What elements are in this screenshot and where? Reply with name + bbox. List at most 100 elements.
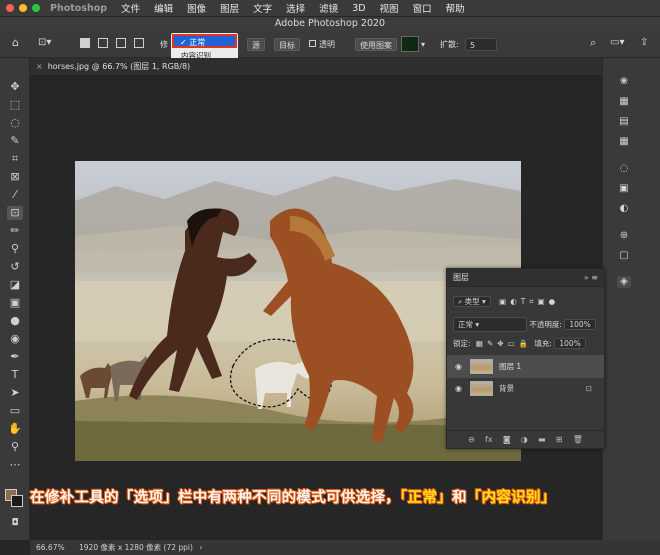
zoom-window-button[interactable] — [32, 4, 40, 12]
workspace-icon[interactable]: ▭▾ — [610, 36, 624, 49]
layer-name: 图层 1 — [499, 362, 522, 371]
search-icon[interactable]: ⌕ — [590, 36, 596, 49]
kind-filter-select[interactable]: ⌕ 类型 ▾ — [453, 296, 491, 307]
new-selection-icon[interactable] — [80, 38, 90, 51]
paths-panel-icon[interactable]: ▢ — [617, 250, 631, 262]
status-menu-icon[interactable]: › — [199, 543, 202, 552]
menu-file[interactable]: 文件 — [121, 1, 140, 15]
zoom-level[interactable]: 66.67% — [36, 543, 65, 552]
share-icon[interactable]: ⇪ — [640, 36, 648, 49]
minimize-window-button[interactable] — [19, 4, 27, 12]
adjustments-panel-icon[interactable]: ◐ — [617, 203, 631, 215]
gradients-panel-icon[interactable]: ▤ — [617, 116, 631, 128]
intersect-selection-icon[interactable] — [134, 38, 144, 51]
menu-select[interactable]: 选择 — [286, 1, 305, 15]
blur-tool-icon[interactable]: ● — [7, 314, 23, 328]
marquee-tool-icon[interactable]: ⬚ — [7, 98, 23, 112]
diffusion-select[interactable]: 5 — [465, 38, 497, 51]
menu-edit[interactable]: 编辑 — [154, 1, 173, 15]
visibility-eye-icon[interactable]: ◉ — [455, 355, 462, 378]
filter-icons[interactable]: ▣◐T⌗▣● — [499, 297, 559, 306]
menu-type[interactable]: 文字 — [253, 1, 272, 15]
menu-filter[interactable]: 滤镜 — [319, 1, 338, 15]
patterns-panel-icon[interactable]: ▦ — [617, 136, 631, 148]
app-menu[interactable]: Photoshop — [50, 3, 107, 14]
adjustment-layer-icon[interactable]: ◑ — [521, 435, 528, 444]
new-layer-icon[interactable]: ⊞ — [556, 435, 563, 444]
fill-field[interactable]: 100% — [554, 338, 586, 349]
close-window-button[interactable] — [6, 4, 14, 12]
source-button[interactable]: 源 — [247, 38, 265, 51]
swatches-panel-icon[interactable]: ▦ — [617, 96, 631, 108]
eraser-tool-icon[interactable]: ◪ — [7, 278, 23, 292]
menu-view[interactable]: 视图 — [380, 1, 399, 15]
link-layers-icon[interactable]: ⊖ — [468, 435, 475, 444]
brush-tool-icon[interactable]: ✏ — [7, 224, 23, 238]
type-tool-icon[interactable]: T — [7, 368, 23, 382]
options-bar: ⌂ ⊡▾ 修 源 目标 透明 使用图案 ▾ 扩散: 5 ⌕ ▭▾ ⇪ — [0, 31, 660, 58]
fill-label: 填充: — [534, 339, 552, 348]
blend-mode-select[interactable]: 正常 ▾ — [453, 317, 527, 332]
menu-bar: Photoshop 文件 编辑 图像 图层 文字 选择 滤镜 3D 视图 窗口 … — [0, 0, 660, 16]
more-tools-icon[interactable]: ⋯ — [7, 458, 23, 472]
panel-menu-icon[interactable]: » ≡ — [584, 269, 598, 287]
lasso-tool-icon[interactable]: ◌ — [7, 116, 23, 130]
transparent-checkbox[interactable]: 透明 — [309, 38, 335, 51]
menu-3d[interactable]: 3D — [352, 3, 365, 14]
layer-name: 背景 — [499, 384, 514, 393]
delete-layer-icon[interactable]: 🗑 — [573, 435, 583, 444]
patch-tool-preset-icon[interactable]: ⊡▾ — [38, 36, 51, 49]
hand-tool-icon[interactable]: ✋ — [7, 422, 23, 436]
quick-mask-icon[interactable]: ◘ — [7, 516, 23, 530]
crop-tool-icon[interactable]: ⌗ — [7, 152, 23, 166]
zoom-tool-icon[interactable]: ⚲ — [7, 440, 23, 454]
pen-tool-icon[interactable]: ✒ — [7, 350, 23, 364]
move-tool-icon[interactable]: ✥ — [7, 80, 23, 94]
pattern-dropdown-icon[interactable]: ▾ — [421, 38, 425, 51]
channels-panel-icon[interactable]: ⊛ — [617, 230, 631, 242]
path-select-tool-icon[interactable]: ➤ — [7, 386, 23, 400]
frame-tool-icon[interactable]: ⊠ — [7, 170, 23, 184]
opacity-field[interactable]: 100% — [564, 319, 596, 330]
history-brush-tool-icon[interactable]: ↺ — [7, 260, 23, 274]
lock-label: 锁定: — [453, 339, 471, 348]
use-pattern-button[interactable]: 使用图案 — [355, 38, 397, 51]
quick-select-tool-icon[interactable]: ✎ — [7, 134, 23, 148]
background-color-swatch[interactable] — [11, 495, 23, 507]
layer-row-1[interactable]: ◉ 图层 1 — [447, 355, 604, 378]
visibility-eye-icon[interactable]: ◉ — [455, 377, 462, 400]
mode-option-normal[interactable]: ✓ 正常 — [172, 34, 237, 48]
rectangle-tool-icon[interactable]: ▭ — [7, 404, 23, 418]
target-button[interactable]: 目标 — [274, 38, 300, 51]
dodge-tool-icon[interactable]: ◉ — [7, 332, 23, 346]
layer-row-background[interactable]: ◉ 背景 ⊡ — [447, 377, 604, 400]
pattern-swatch[interactable] — [401, 36, 419, 52]
lock-icons[interactable]: ▦✎✥▭🔒 — [476, 339, 532, 348]
patch-tool-icon[interactable]: ⊡ — [7, 206, 23, 220]
document-tab[interactable]: × horses.jpg @ 66.7% (图层 1, RGB/8) — [36, 60, 190, 74]
add-selection-icon[interactable] — [98, 38, 108, 51]
tools-panel: ✥ ⬚ ◌ ✎ ⌗ ⊠ ⁄ ⊡ ✏ ⚲ ↺ ◪ ▣ ● ◉ ✒ T ➤ ▭ ✋ … — [0, 58, 30, 540]
menu-window[interactable]: 窗口 — [413, 1, 432, 15]
add-mask-icon[interactable]: ◙ — [503, 435, 511, 444]
menu-help[interactable]: 帮助 — [446, 1, 465, 15]
learn-panel-icon[interactable]: ◌ — [617, 163, 631, 175]
gradient-tool-icon[interactable]: ▣ — [7, 296, 23, 310]
fx-icon[interactable]: fx — [485, 435, 493, 444]
layers-panel-icon[interactable]: ◈ — [617, 276, 631, 288]
document-info[interactable]: 1920 像素 x 1280 像素 (72 ppi) — [79, 543, 193, 552]
subtract-selection-icon[interactable] — [116, 38, 126, 51]
libraries-panel-icon[interactable]: ▣ — [617, 183, 631, 195]
eyedropper-tool-icon[interactable]: ⁄ — [7, 188, 23, 202]
color-panel-icon[interactable]: ❀ — [617, 76, 631, 88]
layers-panel-header: 图层 » ≡ — [447, 269, 604, 287]
clone-stamp-tool-icon[interactable]: ⚲ — [7, 242, 23, 256]
layers-panel-title[interactable]: 图层 — [453, 273, 469, 282]
new-group-icon[interactable]: ▬ — [538, 435, 546, 444]
menu-image[interactable]: 图像 — [187, 1, 206, 15]
tutorial-caption: 在修补工具的「选项」栏中有两种不同的模式可供选择，「正常」和「内容识别」 — [30, 488, 635, 508]
diffusion-label: 扩散: — [440, 40, 459, 49]
home-icon[interactable]: ⌂ — [12, 36, 19, 49]
menu-layer[interactable]: 图层 — [220, 1, 239, 15]
close-tab-icon[interactable]: × — [36, 62, 43, 71]
